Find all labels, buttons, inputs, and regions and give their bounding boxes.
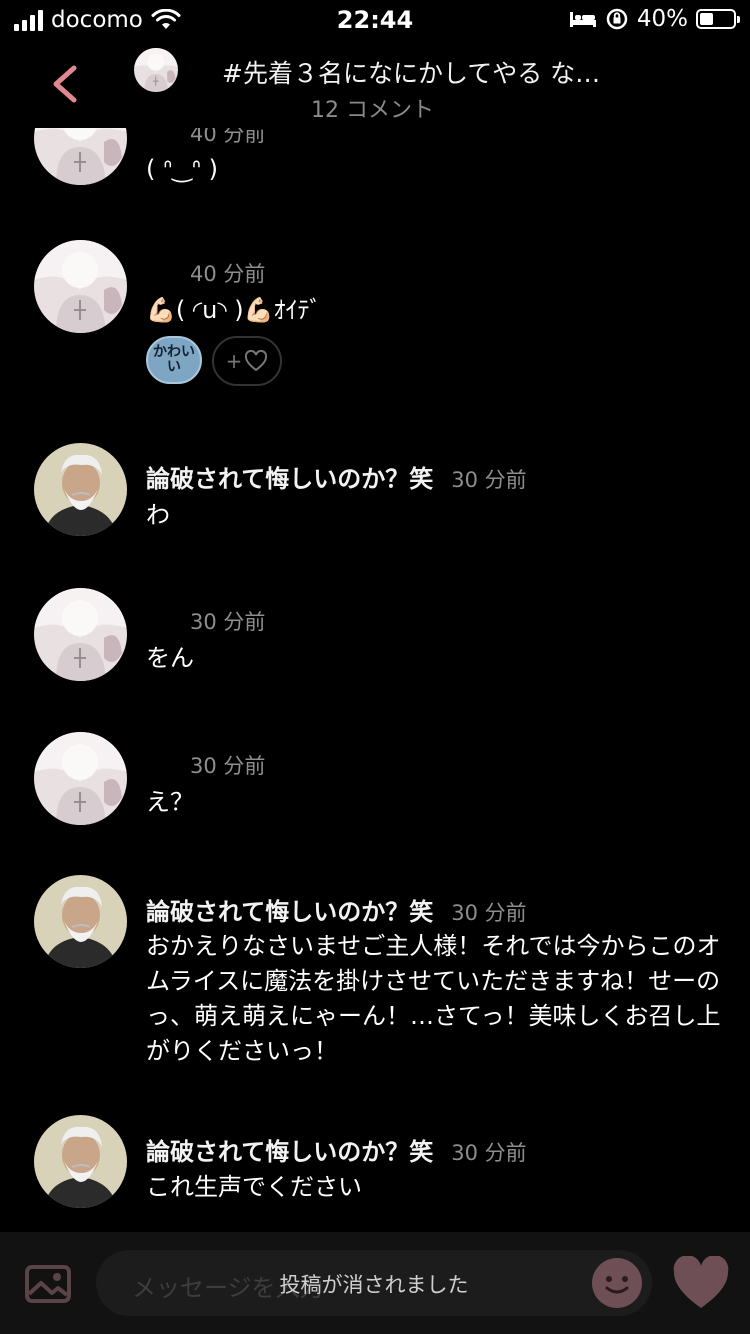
- user-avatar[interactable]: [34, 1115, 127, 1208]
- status-bar-right: 40%: [569, 6, 740, 32]
- emoji-button[interactable]: [592, 1258, 642, 1308]
- comment-meta: 30 分前: [190, 606, 265, 636]
- comment-timestamp: 30 分前: [451, 1141, 527, 1165]
- user-avatar[interactable]: [34, 588, 127, 681]
- user-avatar[interactable]: [34, 240, 127, 333]
- header: #先着３名になにかしてやる な… 12 コメント: [0, 40, 750, 128]
- comment-username[interactable]: 論破されて悔しいのか？笑: [146, 459, 433, 494]
- screen: docomo 22:44 40% #先着３名になにかしてやる な… 12 コメン…: [0, 0, 750, 1334]
- comment-timestamp: 30 分前: [190, 754, 266, 778]
- comment-body: これ生声でください: [146, 1173, 362, 1201]
- like-heart-button[interactable]: [672, 1256, 730, 1310]
- user-avatar[interactable]: [34, 875, 127, 968]
- comment-body: え？: [146, 788, 194, 816]
- comment-timestamp: 40 分前: [190, 262, 266, 286]
- comment-body: わ: [146, 501, 170, 529]
- add-reaction-label: +: [225, 349, 243, 373]
- comment-meta: 30 分前: [190, 750, 265, 780]
- message-input[interactable]: メッセージを入力 投稿が消されました: [96, 1250, 652, 1316]
- thread-title: #先着３名になにかしてやる な…: [222, 59, 601, 88]
- composer-bar: メッセージを入力 投稿が消されました: [0, 1232, 750, 1334]
- comment-username[interactable]: 論破されて悔しいのか？笑: [146, 1132, 433, 1167]
- add-reaction-button[interactable]: +: [212, 336, 282, 386]
- comment-meta: 論破されて悔しいのか？笑 30 分前: [146, 892, 527, 927]
- status-bar: docomo 22:44 40%: [0, 0, 750, 40]
- comment-count: 12 コメント: [311, 98, 434, 123]
- battery-percent: 40%: [636, 6, 688, 32]
- comment-timestamp: 30 分前: [190, 610, 266, 634]
- image-attach-icon[interactable]: [24, 1264, 72, 1304]
- header-avatar[interactable]: [134, 48, 178, 92]
- user-avatar[interactable]: [34, 443, 127, 536]
- bed-icon: [569, 9, 597, 29]
- comment-meta: 論破されて悔しいのか？笑 30 分前: [146, 1132, 527, 1167]
- comment-timestamp: 30 分前: [451, 468, 527, 492]
- user-avatar[interactable]: [34, 732, 127, 825]
- heart-outline-icon: [245, 350, 268, 372]
- comment-meta: 40 分前: [190, 258, 265, 288]
- comment-body: おかえりなさいませご主人様！それでは今からこのオムライスに魔法を掛けさせていただ…: [146, 932, 721, 1065]
- deleted-toast: 投稿が消されました: [279, 1273, 469, 1297]
- comment-timestamp: 30 分前: [451, 901, 527, 925]
- kawaii-reaction-chip[interactable]: かわいい: [146, 336, 202, 384]
- smile-icon: [605, 1276, 629, 1294]
- comment-body: 💪🏻( ◜u◝ )💪🏻ｵｲﾃﾞ: [146, 296, 322, 324]
- comment-meta: 論破されて悔しいのか？笑 30 分前: [146, 459, 527, 494]
- reaction-bar: かわいい +: [146, 336, 282, 386]
- comment-username[interactable]: 論破されて悔しいのか？笑: [146, 892, 433, 927]
- rotation-lock-icon: [605, 7, 629, 31]
- battery-fill: [700, 13, 713, 25]
- battery-icon: [696, 9, 740, 29]
- reaction-label: かわいい: [153, 344, 195, 375]
- comment-body: をん: [146, 644, 194, 672]
- comment-body: ( ᐢ‿ᐢ ): [146, 155, 218, 183]
